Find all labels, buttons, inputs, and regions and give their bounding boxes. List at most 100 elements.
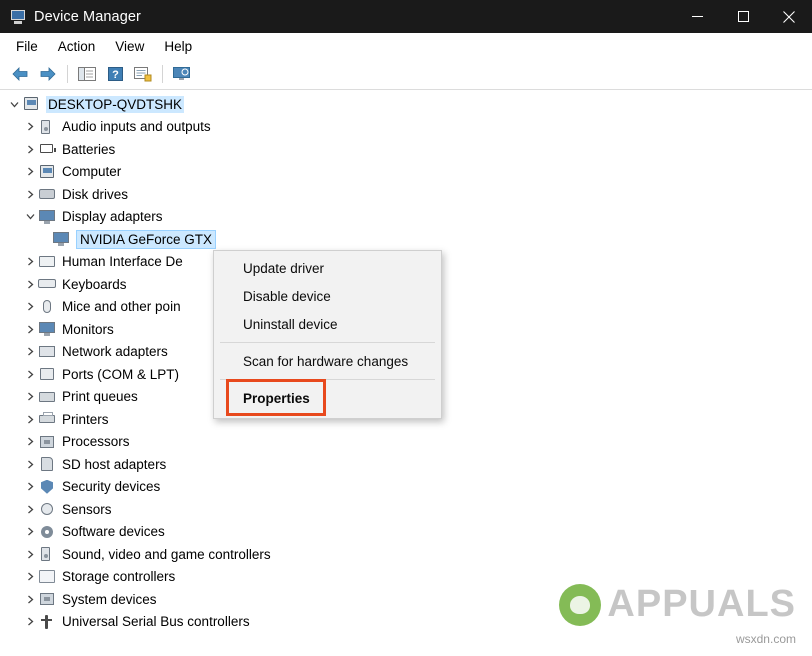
- context-menu-item-scan-for-hardware-changes[interactable]: Scan for hardware changes: [214, 347, 441, 375]
- tree-item-label: Batteries: [62, 141, 116, 157]
- display-adapter-icon: [52, 230, 70, 248]
- tree-item-sensors[interactable]: Sensors: [0, 498, 812, 521]
- tree-item-display-adapters[interactable]: Display adapters: [0, 206, 812, 229]
- shield-icon: [38, 478, 56, 496]
- tree-item-computer[interactable]: Computer: [0, 161, 812, 184]
- chevron-right-icon[interactable]: [22, 386, 38, 408]
- chevron-right-icon[interactable]: [22, 408, 38, 430]
- scan-monitor-icon[interactable]: [168, 62, 196, 86]
- keyboard-icon: [38, 275, 56, 293]
- watermark: APPUALS: [559, 583, 796, 626]
- maximize-button[interactable]: [720, 0, 766, 33]
- tree-root-label: DESKTOP-QVDTSHK: [46, 95, 185, 113]
- menu-bar: File Action View Help: [0, 33, 812, 59]
- context-menu-item-properties[interactable]: Properties: [214, 384, 441, 412]
- chevron-right-icon[interactable]: [22, 116, 38, 138]
- tree-item-label: Audio inputs and outputs: [62, 119, 211, 135]
- tree-item-label: Printers: [62, 411, 109, 427]
- speaker-icon: [38, 118, 56, 136]
- appuals-logo-icon: [559, 583, 602, 626]
- tree-item-audio-inputs-and-outputs[interactable]: Audio inputs and outputs: [0, 116, 812, 139]
- tree-item-label: Mice and other poin: [62, 299, 181, 315]
- chevron-right-icon[interactable]: [22, 296, 38, 318]
- speaker-icon: [38, 545, 56, 563]
- toolbar-separator: [67, 65, 68, 83]
- chevron-right-icon[interactable]: [22, 363, 38, 385]
- chevron-down-icon[interactable]: [22, 206, 38, 228]
- tree-item-label: Processors: [62, 434, 130, 450]
- context-menu-separator: [220, 342, 435, 343]
- tree-item-label: Human Interface De: [62, 254, 183, 270]
- tree-item-label: Software devices: [62, 524, 165, 540]
- computer-icon: [22, 95, 40, 113]
- tree-item-nvidia-geforce-gtx[interactable]: NVIDIA GeForce GTX: [0, 228, 812, 251]
- tree-item-security-devices[interactable]: Security devices: [0, 476, 812, 499]
- menu-help[interactable]: Help: [154, 36, 202, 57]
- tree-item-processors[interactable]: Processors: [0, 431, 812, 454]
- tree-item-label: Universal Serial Bus controllers: [62, 614, 250, 630]
- chevron-right-icon[interactable]: [22, 521, 38, 543]
- tree-item-label: Network adapters: [62, 344, 168, 360]
- display-adapter-icon: [38, 208, 56, 226]
- tree-item-label: Keyboards: [62, 276, 127, 292]
- tree-item-label: SD host adapters: [62, 456, 167, 472]
- chevron-right-icon[interactable]: [22, 341, 38, 363]
- mouse-icon: [38, 298, 56, 316]
- properties-icon[interactable]: [129, 62, 157, 86]
- tree-item-sound-video-and-game-controllers[interactable]: Sound, video and game controllers: [0, 543, 812, 566]
- menu-view[interactable]: View: [105, 36, 154, 57]
- printer-icon: [38, 410, 56, 428]
- device-manager-icon: [10, 9, 26, 25]
- chevron-right-icon[interactable]: [22, 588, 38, 610]
- forward-button[interactable]: [34, 62, 62, 86]
- chevron-right-icon[interactable]: [22, 183, 38, 205]
- back-button[interactable]: [6, 62, 34, 86]
- chevron-down-icon[interactable]: [6, 93, 22, 115]
- system-device-icon: [38, 590, 56, 608]
- chevron-right-icon[interactable]: [22, 566, 38, 588]
- chevron-right-icon[interactable]: [22, 273, 38, 295]
- tree-item-sd-host-adapters[interactable]: SD host adapters: [0, 453, 812, 476]
- tree-item-batteries[interactable]: Batteries: [0, 138, 812, 161]
- tree-item-label: Storage controllers: [62, 569, 176, 585]
- context-menu[interactable]: Update driver Disable device Uninstall d…: [213, 250, 442, 419]
- usb-icon: [38, 613, 56, 631]
- tree-item-label: Monitors: [62, 321, 114, 337]
- toolbar-separator-2: [162, 65, 163, 83]
- monitor-icon: [38, 320, 56, 338]
- tree-item-disk-drives[interactable]: Disk drives: [0, 183, 812, 206]
- chevron-right-icon[interactable]: [22, 611, 38, 633]
- tree-item-label: Display adapters: [62, 209, 163, 225]
- port-icon: [38, 365, 56, 383]
- chevron-right-icon[interactable]: [22, 251, 38, 273]
- chevron-right-icon[interactable]: [22, 476, 38, 498]
- menu-action[interactable]: Action: [48, 36, 106, 57]
- chevron-right-icon[interactable]: [22, 431, 38, 453]
- tree-item-software-devices[interactable]: Software devices: [0, 521, 812, 544]
- tree-item-label: Sound, video and game controllers: [62, 546, 271, 562]
- chevron-right-icon[interactable]: [22, 161, 38, 183]
- context-menu-item-update-driver[interactable]: Update driver: [214, 254, 441, 282]
- chevron-right-icon[interactable]: [22, 453, 38, 475]
- watermark-brand: APPUALS: [607, 583, 796, 625]
- chevron-right-icon[interactable]: [22, 498, 38, 520]
- tree-item-label: System devices: [62, 591, 157, 607]
- disk-drive-icon: [38, 185, 56, 203]
- title-bar: Device Manager: [0, 0, 812, 33]
- minimize-button[interactable]: [674, 0, 720, 33]
- tree-item-label: Security devices: [62, 479, 161, 495]
- close-button[interactable]: [766, 0, 812, 33]
- question-mark-icon[interactable]: ?: [101, 62, 129, 86]
- tree-root[interactable]: DESKTOP-QVDTSHK: [0, 93, 812, 116]
- menu-file[interactable]: File: [6, 36, 48, 57]
- chevron-right-icon[interactable]: [22, 318, 38, 340]
- chevron-right-icon[interactable]: [22, 543, 38, 565]
- context-menu-item-uninstall-device[interactable]: Uninstall device: [214, 310, 441, 338]
- chevron-right-icon[interactable]: [22, 138, 38, 160]
- context-menu-item-disable-device[interactable]: Disable device: [214, 282, 441, 310]
- sensor-icon: [38, 500, 56, 518]
- network-adapter-icon: [38, 343, 56, 361]
- watermark-url: wsxdn.com: [735, 632, 796, 646]
- console-tree-icon[interactable]: [73, 62, 101, 86]
- context-menu-separator-2: [220, 379, 435, 380]
